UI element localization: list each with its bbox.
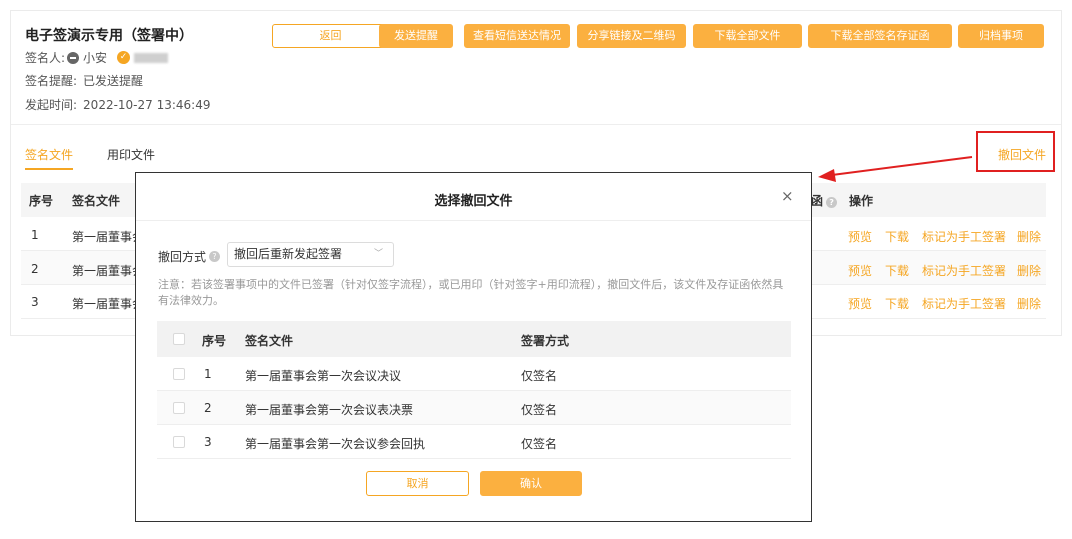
info-icon: ? (209, 251, 221, 262)
row-index: 2 (204, 401, 212, 415)
close-icon[interactable]: × (781, 187, 794, 205)
recall-mode-label-text: 撤回方式 (158, 250, 207, 264)
row-index: 1 (204, 367, 212, 381)
row-sign-method: 仅签名 (521, 369, 558, 383)
col-file-header: 签名文件 (245, 334, 294, 348)
recall-file-dialog: 选择撤回文件 × 撤回方式 ? 撤回后重新发起签署 ﹀ 注意：若该签署事项中的文… (135, 172, 812, 522)
recall-notice: 注意：若该签署事项中的文件已签署（针对仅签字流程），或已用印（针对签字+用印流程… (158, 278, 784, 307)
row-file-name: 第一届董事会第一次会议表决票 (245, 403, 414, 417)
row-checkbox[interactable] (173, 436, 185, 448)
col-index-header: 序号 (202, 334, 227, 348)
row-sign-method: 仅签名 (521, 437, 558, 451)
row-checkbox[interactable] (173, 368, 185, 380)
row-file-name: 第一届董事会第一次会议参会回执 (245, 437, 426, 451)
cancel-button[interactable]: 取消 (366, 471, 469, 496)
recall-mode-select[interactable]: 撤回后重新发起签署 ﹀ (227, 242, 394, 267)
recall-mode-value: 撤回后重新发起签署 (234, 247, 343, 261)
row-divider (157, 458, 791, 459)
col-method-header: 签署方式 (521, 334, 570, 348)
select-all-checkbox[interactable] (173, 333, 185, 345)
dialog-divider (136, 220, 811, 221)
row-file-name: 第一届董事会第一次会议决议 (245, 369, 402, 383)
dialog-title: 选择撤回文件 (434, 194, 513, 209)
confirm-button[interactable]: 确认 (480, 471, 582, 496)
row-index: 3 (204, 435, 212, 449)
recall-mode-label: 撤回方式 ? (158, 248, 221, 265)
row-checkbox[interactable] (173, 402, 185, 414)
chevron-down-icon: ﹀ (373, 249, 383, 259)
row-sign-method: 仅签名 (521, 403, 558, 417)
